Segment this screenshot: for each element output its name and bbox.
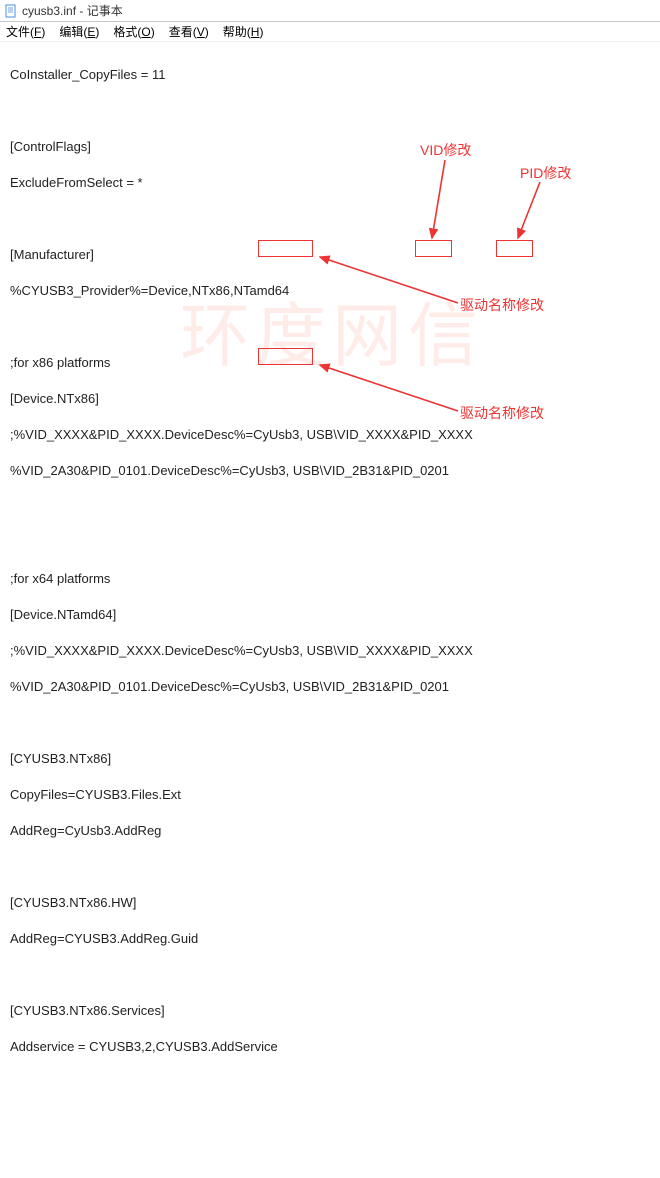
- text-line: [10, 318, 650, 336]
- text-line: [Device.NTx86]: [10, 390, 650, 408]
- text-line: [ControlFlags]: [10, 138, 650, 156]
- text-line: CopyFiles=CYUSB3.Files.Ext: [10, 786, 650, 804]
- text-line: Addservice = CYUSB3,2,CYUSB3.AddService: [10, 1038, 650, 1056]
- text-line: AddReg=CYUSB3.AddReg.Guid: [10, 930, 650, 948]
- menu-view[interactable]: 查看(V): [169, 23, 209, 40]
- menu-file[interactable]: 文件(F): [6, 23, 45, 40]
- text-line: [CYUSB3.NTx86.HW]: [10, 894, 650, 912]
- notepad-icon: [4, 4, 18, 18]
- text-line: ExcludeFromSelect = *: [10, 174, 650, 192]
- text-line: ;for x64 platforms: [10, 570, 650, 588]
- text-line: AddReg=CyUsb3.AddReg: [10, 822, 650, 840]
- text-line: [Device.NTamd64]: [10, 606, 650, 624]
- text-line: [CYUSB3.NTx86]: [10, 750, 650, 768]
- window-title: cyusb3.inf - 记事本: [22, 2, 123, 19]
- menu-format[interactable]: 格式(O): [113, 23, 154, 40]
- menu-help[interactable]: 帮助(H): [223, 23, 264, 40]
- menu-edit[interactable]: 编辑(E): [59, 23, 99, 40]
- text-line: [10, 966, 650, 984]
- text-line: ;for x86 platforms: [10, 354, 650, 372]
- text-line: [10, 102, 650, 120]
- window-titlebar: cyusb3.inf - 记事本: [0, 0, 660, 22]
- text-line: %CYUSB3_Provider%=Device,NTx86,NTamd64: [10, 282, 650, 300]
- text-line: ;%VID_XXXX&PID_XXXX.DeviceDesc%=CyUsb3, …: [10, 642, 650, 660]
- text-line: [10, 714, 650, 732]
- text-line: ;%VID_XXXX&PID_XXXX.DeviceDesc%=CyUsb3, …: [10, 426, 650, 444]
- menubar: 文件(F) 编辑(E) 格式(O) 查看(V) 帮助(H): [0, 22, 660, 42]
- text-line: %VID_2A30&PID_0101.DeviceDesc%=CyUsb3, U…: [10, 678, 650, 696]
- text-line: [10, 498, 650, 516]
- text-editor-content[interactable]: CoInstaller_CopyFiles = 11 [ControlFlags…: [0, 42, 660, 1178]
- text-line: %VID_2A30&PID_0101.DeviceDesc%=CyUsb3, U…: [10, 462, 650, 480]
- text-line: CoInstaller_CopyFiles = 11: [10, 66, 650, 84]
- text-line: [CYUSB3.NTx86.Services]: [10, 1002, 650, 1020]
- text-line: [10, 534, 650, 552]
- text-line: [Manufacturer]: [10, 246, 650, 264]
- text-line: [10, 858, 650, 876]
- text-line: [10, 210, 650, 228]
